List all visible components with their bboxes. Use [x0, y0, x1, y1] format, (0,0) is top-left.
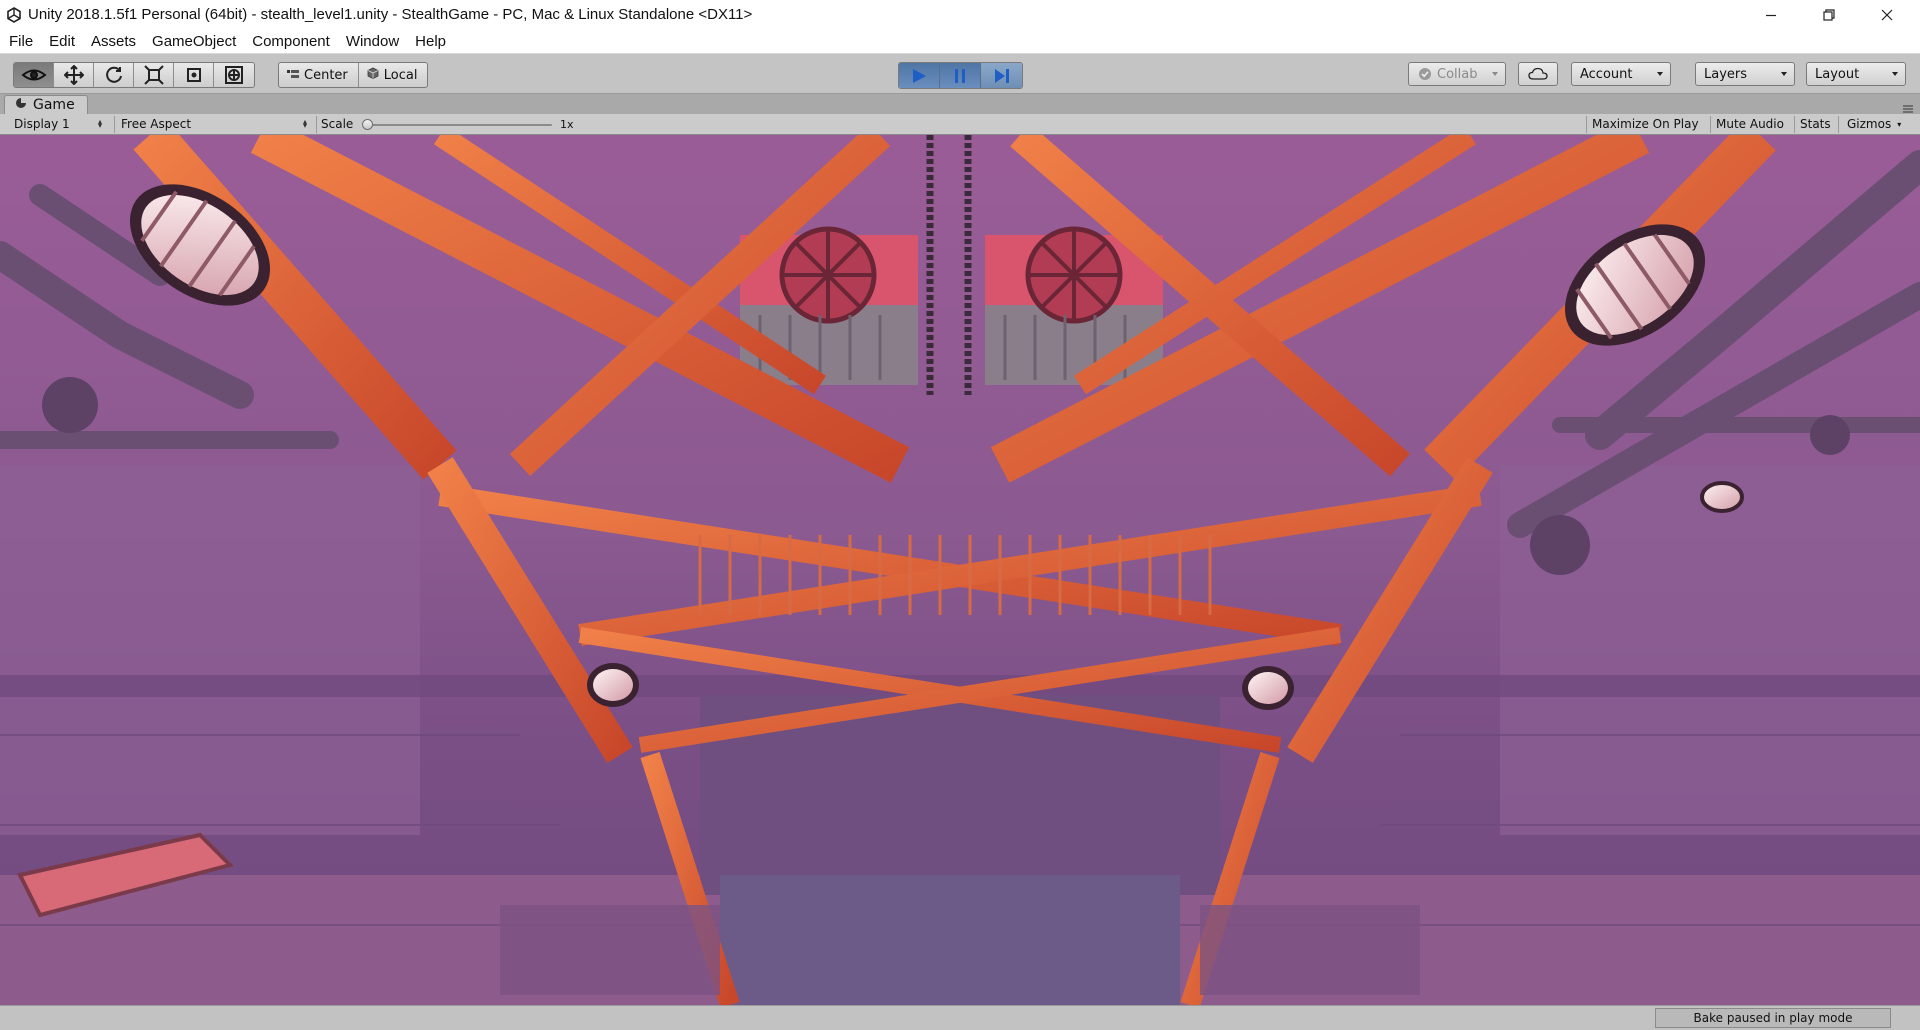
- layout-label: Layout: [1815, 66, 1860, 82]
- pause-button[interactable]: [940, 63, 981, 88]
- up-down-arrows-icon: ▴ ▾: [303, 117, 308, 130]
- minimize-button[interactable]: [1742, 0, 1800, 29]
- main-toolbar: Center Local Collab Account Layers Layou…: [0, 54, 1920, 94]
- menu-bar: File Edit Assets GameObject Component Wi…: [0, 29, 1920, 54]
- window-title: Unity 2018.1.5f1 Personal (64bit) - stea…: [28, 6, 753, 23]
- gizmos-dropdown[interactable]: Gizmos ▾: [1847, 114, 1901, 134]
- mute-audio-toggle[interactable]: Mute Audio: [1716, 114, 1784, 134]
- scale-slider-thumb[interactable]: [362, 119, 373, 130]
- menu-assets[interactable]: Assets: [83, 29, 144, 54]
- menu-component[interactable]: Component: [244, 29, 338, 54]
- maximize-on-play-toggle[interactable]: Maximize On Play: [1592, 114, 1699, 134]
- cloud-icon: [1528, 67, 1548, 80]
- divider: [316, 116, 317, 133]
- menu-help[interactable]: Help: [407, 29, 454, 54]
- gizmos-label: Gizmos: [1847, 117, 1892, 131]
- aspect-dropdown[interactable]: Free Aspect ▴ ▾: [121, 114, 311, 134]
- scale-value: 1x: [560, 117, 574, 131]
- title-bar: Unity 2018.1.5f1 Personal (64bit) - stea…: [0, 0, 1920, 29]
- rotate-icon: [105, 66, 122, 83]
- close-button[interactable]: [1858, 0, 1916, 29]
- play-button[interactable]: [899, 63, 940, 88]
- move-icon: [63, 65, 84, 85]
- cloud-button[interactable]: [1518, 62, 1558, 86]
- status-bar: Bake paused in play mode: [0, 1005, 1920, 1030]
- chevron-down-icon: ▾: [1897, 119, 1902, 129]
- unity-logo-icon: [4, 5, 24, 25]
- rotate-tool-button[interactable]: [94, 63, 134, 87]
- game-controller-icon: [15, 97, 27, 113]
- scale-label: Scale: [321, 117, 354, 131]
- step-button[interactable]: [981, 63, 1022, 88]
- pivot-toggles: Center Local: [278, 62, 429, 88]
- divider: [114, 116, 115, 133]
- divider: [1794, 116, 1795, 133]
- transform-tool-button[interactable]: [214, 63, 254, 87]
- pivot-local-label: Local: [383, 67, 418, 83]
- close-icon: [1881, 9, 1893, 20]
- bake-status: Bake paused in play mode: [1655, 1008, 1891, 1028]
- chevron-down-icon: [1657, 72, 1663, 76]
- display-label: Display 1: [14, 117, 70, 131]
- menu-window[interactable]: Window: [338, 29, 407, 54]
- restore-button[interactable]: [1800, 0, 1858, 29]
- tab-game-label: Game: [33, 97, 75, 113]
- pivot-center-button[interactable]: Center: [279, 63, 359, 87]
- tab-game[interactable]: Game: [4, 95, 88, 114]
- play-controls: [898, 62, 1023, 89]
- aspect-label: Free Aspect: [121, 117, 192, 131]
- layers-dropdown[interactable]: Layers: [1695, 62, 1795, 86]
- pivot-center-icon: [287, 68, 299, 83]
- pivot-center-label: Center: [304, 67, 348, 83]
- account-label: Account: [1580, 66, 1633, 82]
- transform-tool-icon: [225, 66, 243, 84]
- pivot-local-button[interactable]: Local: [359, 63, 428, 87]
- pause-icon: [955, 68, 965, 83]
- play-icon: [913, 68, 926, 83]
- stats-toggle[interactable]: Stats: [1800, 114, 1831, 134]
- collab-check-icon: [1418, 67, 1432, 85]
- hand-tool-button[interactable]: [14, 63, 54, 87]
- chevron-down-icon: [1781, 72, 1787, 76]
- menu-file[interactable]: File: [0, 29, 41, 54]
- divider: [1838, 116, 1839, 133]
- local-cube-icon: [367, 67, 379, 83]
- up-down-arrows-icon: ▴ ▾: [98, 117, 103, 130]
- transform-tools: [13, 62, 255, 88]
- chevron-down-icon: [1492, 72, 1498, 76]
- layout-dropdown[interactable]: Layout: [1806, 62, 1906, 86]
- scale-tool-button[interactable]: [134, 63, 174, 87]
- game-tab-strip: Game: [0, 94, 1920, 114]
- menu-gameobject[interactable]: GameObject: [144, 29, 244, 54]
- scene-render: [0, 135, 1920, 1005]
- game-viewport[interactable]: [0, 135, 1920, 1005]
- collab-dropdown[interactable]: Collab: [1408, 62, 1506, 86]
- scale-slider-track[interactable]: [366, 124, 552, 126]
- step-icon: [994, 68, 1009, 83]
- divider: [1710, 116, 1711, 133]
- layers-label: Layers: [1704, 66, 1748, 82]
- display-dropdown[interactable]: Display 1 ▴ ▾: [14, 114, 106, 134]
- divider: [1586, 116, 1587, 133]
- menu-edit[interactable]: Edit: [41, 29, 83, 54]
- move-tool-button[interactable]: [54, 63, 94, 87]
- hand-eye-icon: [20, 69, 47, 81]
- rect-tool-button[interactable]: [174, 63, 214, 87]
- minimize-icon: [1766, 14, 1776, 16]
- restore-icon: [1823, 8, 1835, 21]
- rect-tool-icon: [186, 68, 201, 82]
- account-dropdown[interactable]: Account: [1571, 62, 1671, 86]
- collab-label: Collab: [1437, 66, 1478, 82]
- chevron-down-icon: [1892, 72, 1898, 76]
- scale-icon: [143, 65, 164, 85]
- game-view-options: Display 1 ▴ ▾ Free Aspect ▴ ▾ Scale 1x Max…: [0, 114, 1920, 135]
